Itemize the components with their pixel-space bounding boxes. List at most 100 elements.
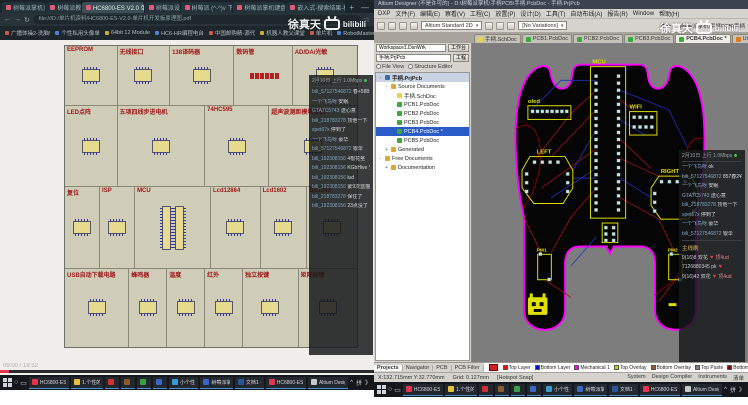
schematic-block[interactable]: 红外: [205, 269, 243, 347]
search-icon[interactable]: ○: [14, 379, 18, 386]
save-icon[interactable]: [388, 22, 396, 30]
taskbar-app[interactable]: [121, 377, 135, 389]
open-icon[interactable]: [377, 22, 385, 30]
layer-tab[interactable]: Top Overlay: [614, 365, 647, 371]
structure-editor-radio[interactable]: Structure Editor: [408, 64, 452, 70]
tree-item[interactable]: +Generated: [376, 145, 469, 154]
taskbar-app[interactable]: 树莓派掌机圈圈: [200, 377, 232, 389]
start-button[interactable]: [3, 378, 12, 387]
panel-tab-pcb-filter[interactable]: PCB Filter: [452, 365, 484, 371]
taskbar-app[interactable]: [511, 384, 525, 396]
workspace-button[interactable]: 工作台: [448, 44, 469, 52]
tree-item[interactable]: +Documentation: [376, 163, 469, 172]
layer-tab[interactable]: Top Paste: [695, 365, 723, 371]
menu-d[interactable]: 设计(D): [520, 9, 540, 18]
layer-tab[interactable]: Mechanical 1: [574, 365, 609, 371]
layer-tab[interactable]: Top Layer: [503, 365, 531, 371]
schematic-block[interactable]: 独立按键: [243, 269, 298, 347]
menu-r[interactable]: 报告(R): [607, 9, 627, 18]
via-icon[interactable]: [496, 22, 504, 30]
schematic-block[interactable]: USB自动下载电路: [65, 269, 129, 347]
schematic-block[interactable]: ISP: [100, 187, 135, 267]
taskbar-app[interactable]: [137, 377, 151, 389]
taskbar-app[interactable]: [479, 384, 493, 396]
tree-item[interactable]: PCB3.PcbDoc: [376, 118, 469, 127]
window-minimize-icon[interactable]: —: [358, 3, 372, 12]
schematic-block[interactable]: 138译码器: [170, 46, 234, 105]
project-select[interactable]: 手柄.PrjPcb: [376, 54, 451, 62]
bookmark-item[interactable]: 64bit 12 Module: [105, 30, 150, 36]
taskbar-app[interactable]: HC6800-ES V2.0档...: [640, 384, 680, 396]
schematic-block[interactable]: MCU: [135, 187, 211, 267]
browser-tab[interactable]: 树莓派教程: [46, 2, 81, 13]
schematic-block[interactable]: 五项四线步进电机: [118, 106, 206, 186]
panel-button[interactable]: Design Compiler: [652, 374, 693, 382]
taskbar-app[interactable]: Altium Designer (不...: [682, 384, 722, 396]
document-tab[interactable]: 手柄.SchDoc: [474, 34, 521, 43]
taskbar-app[interactable]: 1.个性的小按键: [445, 384, 477, 396]
schematic-block[interactable]: EEPROM: [65, 46, 118, 105]
schematic-block[interactable]: 蜂鸣器: [129, 269, 167, 347]
panel-tab-navigator[interactable]: Navigator: [403, 365, 434, 371]
panel-button[interactable]: 清单: [733, 374, 744, 382]
tree-item[interactable]: 手柄.SchDoc: [376, 91, 469, 100]
browser-tab[interactable]: HC6800-ES V2.0 单片机×: [82, 2, 144, 13]
taskbar-app[interactable]: 文档1 - Word: [235, 377, 264, 389]
expand-icon[interactable]: -: [378, 156, 383, 162]
document-tab[interactable]: PCB1.PcbDoc: [522, 34, 572, 43]
menu-v[interactable]: 察看(V): [445, 9, 465, 18]
panel-tab-pcb[interactable]: PCB: [433, 365, 451, 371]
menu-dxp[interactable]: DXP: [378, 11, 390, 17]
tree-item[interactable]: -手柄.PrjPcb: [376, 73, 469, 82]
tray-icon[interactable]: 拼: [356, 378, 362, 387]
taskbar-app[interactable]: HC6800-ES V2.0档...: [266, 377, 306, 389]
tray-icon[interactable]: ^: [350, 380, 353, 386]
schematic-block[interactable]: 复位: [65, 187, 100, 267]
taskbar-app[interactable]: [153, 377, 167, 389]
browser-tab[interactable]: 树莓派掌机键盘设计: [233, 2, 285, 13]
taskbar-app[interactable]: 文档1 - Word: [609, 384, 638, 396]
start-button[interactable]: [377, 385, 386, 394]
menu-a[interactable]: 自动布线(A): [570, 9, 602, 18]
taskbar-app[interactable]: HC6800-ES V2.0单...: [29, 377, 69, 389]
menu-f[interactable]: 文件(F): [395, 9, 415, 18]
taskbar-app[interactable]: 1.个性的小按键: [71, 377, 103, 389]
schematic-block[interactable]: LED点阵: [65, 106, 118, 186]
schematic-block[interactable]: 无线接口: [118, 46, 171, 105]
document-tab[interactable]: PCB2.PcbDoc: [573, 34, 623, 43]
variation-select[interactable]: [No Variations]▾: [518, 21, 567, 30]
expand-icon[interactable]: +: [384, 147, 389, 153]
browser-tab[interactable]: 树莓派 (^-^)v 下午茶: [181, 2, 233, 13]
bookmark-item[interactable]: 中国邮购精-源代: [209, 29, 255, 37]
panel-button[interactable]: Instruments: [698, 374, 727, 382]
taskbar-app[interactable]: [495, 384, 509, 396]
zoom-icon[interactable]: [410, 22, 418, 30]
bookmark-item[interactable]: 个性私用头像单: [55, 29, 100, 37]
schematic-block[interactable]: 74HC595: [205, 106, 269, 186]
reload-icon[interactable]: ↻: [24, 16, 30, 24]
bookmark-item[interactable]: HC6-HR编程电台: [155, 29, 204, 37]
menu-e[interactable]: 编辑(E): [420, 9, 440, 18]
taskbar-app[interactable]: 小个性人印刷: [543, 384, 572, 396]
expand-icon[interactable]: +: [384, 165, 389, 171]
menu-h[interactable]: 帮助(H): [659, 9, 679, 18]
taskbar-app[interactable]: 树莓派掌机圈圈: [574, 384, 606, 396]
schematic-block[interactable]: Lcd1602: [261, 187, 308, 267]
layer-tab[interactable]: Bottom Overlay: [651, 365, 691, 371]
browser-tab[interactable]: 树莓派掌机资料: [2, 2, 45, 13]
panel-button[interactable]: System: [627, 374, 645, 382]
taskbar-app[interactable]: [527, 384, 541, 396]
task-view-icon[interactable]: ▭: [20, 379, 27, 387]
tree-item[interactable]: PCB5.PcbDoc: [376, 136, 469, 145]
expand-icon[interactable]: -: [378, 75, 383, 81]
forward-icon[interactable]: →: [14, 16, 21, 23]
taskbar-app[interactable]: HC6800-ES V2.0单...: [403, 384, 443, 396]
expand-icon[interactable]: -: [384, 84, 389, 90]
search-icon[interactable]: ○: [388, 386, 392, 393]
project-button[interactable]: 工程: [453, 54, 469, 62]
view-mode-select[interactable]: Altium Standard 2D▾: [421, 21, 482, 30]
tree-item[interactable]: PCB1.PcbDoc: [376, 100, 469, 109]
wire-icon[interactable]: [485, 22, 493, 30]
print-icon[interactable]: [399, 22, 407, 30]
bookmark-item[interactable]: 广播体操2-洗脑!: [5, 29, 50, 37]
